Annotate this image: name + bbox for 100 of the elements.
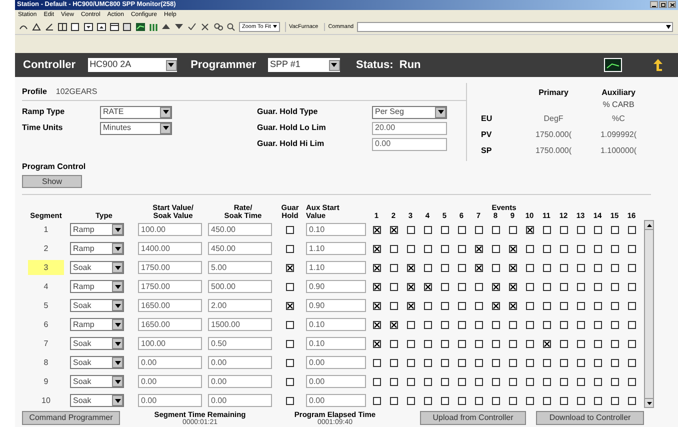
checkbox[interactable] bbox=[594, 358, 602, 366]
checkbox[interactable] bbox=[474, 264, 482, 272]
trend-chart-icon[interactable] bbox=[604, 58, 622, 72]
checkbox[interactable] bbox=[390, 378, 398, 386]
checkbox[interactable] bbox=[628, 264, 636, 272]
checkbox[interactable] bbox=[474, 358, 482, 366]
checkbox[interactable] bbox=[492, 264, 500, 272]
checkbox[interactable] bbox=[628, 302, 636, 310]
checkbox[interactable] bbox=[576, 396, 584, 404]
checkbox[interactable] bbox=[372, 244, 380, 252]
segment-number[interactable]: 4 bbox=[28, 279, 64, 294]
scroll-down-icon[interactable] bbox=[645, 398, 653, 407]
rate-field[interactable]: 450.00 bbox=[208, 223, 272, 236]
checkbox[interactable] bbox=[508, 226, 516, 234]
minimize-icon[interactable] bbox=[650, 1, 658, 8]
checkbox[interactable] bbox=[440, 358, 448, 366]
aux-start-field[interactable]: 0.10 bbox=[306, 223, 366, 236]
checkbox[interactable] bbox=[610, 358, 618, 366]
command-programmer-button[interactable]: Command Programmer bbox=[22, 411, 120, 425]
checkbox[interactable] bbox=[560, 302, 568, 310]
rate-field[interactable]: 5.00 bbox=[208, 261, 272, 274]
checkbox[interactable] bbox=[372, 282, 380, 290]
checkbox[interactable] bbox=[406, 226, 414, 234]
checkbox[interactable] bbox=[286, 282, 294, 290]
rate-field[interactable]: 0.00 bbox=[208, 375, 272, 388]
checkbox[interactable] bbox=[610, 378, 618, 386]
checkbox[interactable] bbox=[406, 264, 414, 272]
checkbox[interactable] bbox=[594, 264, 602, 272]
checkbox[interactable] bbox=[390, 264, 398, 272]
checkbox[interactable] bbox=[526, 226, 534, 234]
checkbox[interactable] bbox=[424, 282, 432, 290]
checkbox[interactable] bbox=[594, 244, 602, 252]
checkbox[interactable] bbox=[458, 282, 466, 290]
checkbox[interactable] bbox=[424, 396, 432, 404]
start-value-field[interactable]: 0.00 bbox=[138, 356, 202, 369]
checkbox[interactable] bbox=[424, 264, 432, 272]
checkbox[interactable] bbox=[628, 244, 636, 252]
scroll-up-icon[interactable] bbox=[645, 221, 653, 230]
checkbox[interactable] bbox=[508, 320, 516, 328]
checkbox[interactable] bbox=[594, 320, 602, 328]
rate-field[interactable]: 1500.00 bbox=[208, 318, 272, 331]
checkbox[interactable] bbox=[440, 340, 448, 348]
aux-start-field[interactable]: 0.10 bbox=[306, 337, 366, 350]
checkbox[interactable] bbox=[628, 358, 636, 366]
checkbox[interactable] bbox=[526, 264, 534, 272]
type-dropdown[interactable]: Soak bbox=[70, 337, 124, 350]
checkbox[interactable] bbox=[508, 282, 516, 290]
checkbox[interactable] bbox=[440, 378, 448, 386]
checkbox[interactable] bbox=[406, 378, 414, 386]
checkbox[interactable] bbox=[458, 264, 466, 272]
segment-number[interactable]: 8 bbox=[28, 355, 64, 370]
checkbox[interactable] bbox=[492, 226, 500, 234]
checkbox[interactable] bbox=[424, 378, 432, 386]
checkbox[interactable] bbox=[560, 396, 568, 404]
setting-field[interactable]: 0.00 bbox=[372, 138, 447, 150]
aux-start-field[interactable]: 0.00 bbox=[306, 356, 366, 369]
checkbox[interactable] bbox=[526, 320, 534, 328]
type-dropdown[interactable]: Soak bbox=[70, 261, 124, 274]
start-value-field[interactable]: 1650.00 bbox=[138, 318, 202, 331]
checkbox[interactable] bbox=[458, 396, 466, 404]
segment-number[interactable]: 9 bbox=[28, 374, 64, 389]
triangle-icon[interactable] bbox=[31, 22, 41, 32]
checkbox[interactable] bbox=[458, 358, 466, 366]
caret-icon[interactable] bbox=[272, 25, 277, 28]
checkbox[interactable] bbox=[474, 244, 482, 252]
checkbox[interactable] bbox=[424, 244, 432, 252]
checkbox[interactable] bbox=[610, 320, 618, 328]
checkbox[interactable] bbox=[474, 302, 482, 310]
checkbox[interactable] bbox=[628, 340, 636, 348]
up-arrow-icon[interactable] bbox=[652, 58, 664, 72]
segment-number[interactable]: 2 bbox=[28, 241, 64, 256]
trend-icon[interactable] bbox=[135, 22, 145, 32]
checkbox[interactable] bbox=[390, 340, 398, 348]
checkbox[interactable] bbox=[372, 340, 380, 348]
checkbox[interactable] bbox=[508, 264, 516, 272]
checkbox[interactable] bbox=[628, 226, 636, 234]
aux-start-field[interactable]: 1.10 bbox=[306, 261, 366, 274]
aux-start-field[interactable]: 1.10 bbox=[306, 242, 366, 255]
checkbox[interactable] bbox=[576, 358, 584, 366]
start-value-field[interactable]: 100.00 bbox=[138, 337, 202, 350]
checkbox[interactable] bbox=[560, 358, 568, 366]
checkbox[interactable] bbox=[610, 340, 618, 348]
aux-start-field[interactable]: 0.90 bbox=[306, 299, 366, 312]
checkbox[interactable] bbox=[286, 302, 294, 310]
checkbox[interactable] bbox=[542, 264, 550, 272]
checkbox[interactable] bbox=[458, 244, 466, 252]
checkbox[interactable] bbox=[424, 320, 432, 328]
checkbox[interactable] bbox=[594, 340, 602, 348]
checkbox[interactable] bbox=[440, 320, 448, 328]
checkbox[interactable] bbox=[594, 226, 602, 234]
checkbox[interactable] bbox=[440, 226, 448, 234]
checkbox[interactable] bbox=[390, 244, 398, 252]
start-value-field[interactable]: 1400.00 bbox=[138, 242, 202, 255]
checkbox[interactable] bbox=[406, 282, 414, 290]
rate-field[interactable]: 450.00 bbox=[208, 242, 272, 255]
checkbox[interactable] bbox=[526, 396, 534, 404]
checkbox[interactable] bbox=[526, 244, 534, 252]
type-dropdown[interactable]: Ramp bbox=[70, 318, 124, 331]
checkbox[interactable] bbox=[492, 396, 500, 404]
checkbox[interactable] bbox=[474, 340, 482, 348]
